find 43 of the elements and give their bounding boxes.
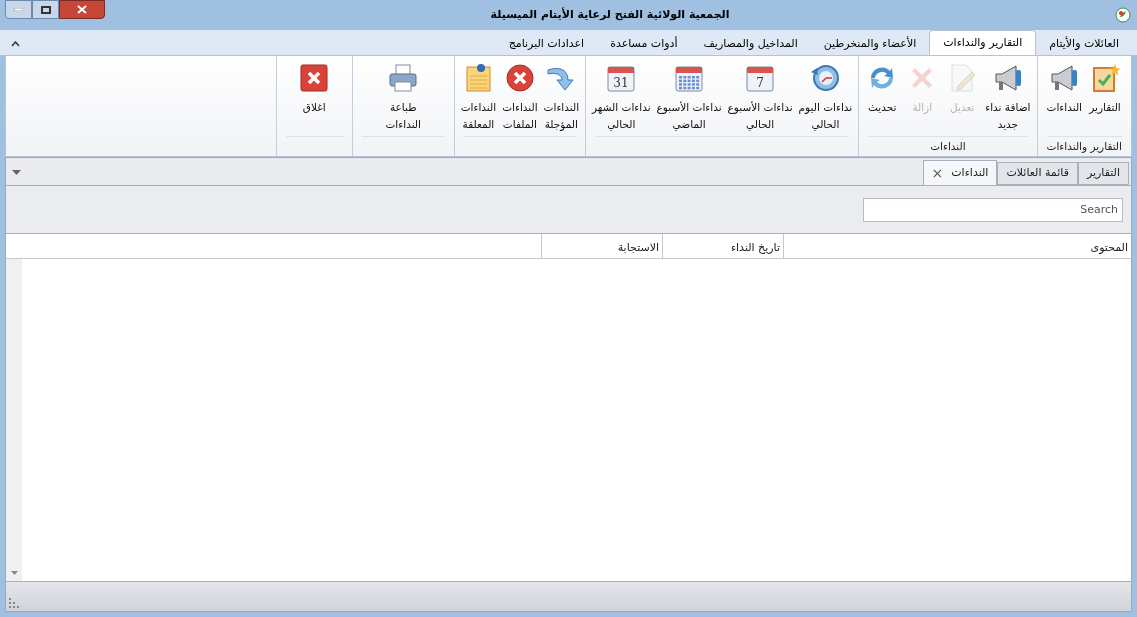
cancel-circle-icon [503,62,536,94]
ribbon-tab[interactable]: أدوات مساعدة [597,33,691,55]
ribbon-button[interactable]: التقارير [1085,62,1125,136]
close-icon [298,62,331,94]
maximize-icon [40,5,51,14]
ribbon-group-title: النداءات [930,138,966,154]
search-field[interactable]: Search [863,197,1123,222]
ribbon-tab[interactable]: اعدادات البرنامج [495,33,598,55]
ribbon-button[interactable]: النداءات المؤجلة [540,62,583,136]
column-header[interactable]: تاريخ النداء [662,234,783,258]
ribbon-button[interactable]: تحديث [862,62,903,136]
ribbon-button[interactable]: النداءات الملفات [499,62,541,136]
window-title: الجمعية الولائية الفتح لرعاية الأيتام الميسيلة [490,6,730,23]
ribbon-tab[interactable]: العائلات والأيتام [1036,33,1132,55]
ribbon-tab[interactable]: المداخيل والمصاريف [690,33,811,55]
document-tab[interactable]: التقارير [1077,162,1129,185]
ribbon-button[interactable]: طباعة النداءات [382,62,424,136]
ribbon-button[interactable]: نداءات الأسبوع الماضي [653,62,725,136]
close-button[interactable] [59,0,105,19]
scroll-down-icon[interactable] [10,571,18,575]
ribbon-button[interactable]: النداءات المعلقة [457,62,500,136]
minimize-icon [14,8,23,11]
ribbon-button[interactable]: اضافة نداء جديد [982,62,1034,136]
document-tab[interactable]: النداءات × [922,160,998,185]
close-tab-icon[interactable]: × [931,162,944,184]
document-tab[interactable]: قائمة العائلات [997,162,1078,185]
dropdown-arrow-icon[interactable] [12,170,21,175]
resize-grip-icon[interactable] [9,598,19,608]
ribbon-tab[interactable]: الأعضاء والمنخرطين [810,33,930,55]
ribbon-tab[interactable]: التقارير والنداءات [929,30,1037,55]
ribbon-button[interactable]: اغلاق [294,62,335,136]
clock-arrow-icon [809,62,842,94]
column-header[interactable]: الاستجابة [541,234,662,258]
printer-icon [387,62,420,94]
ribbon-group-title: التقارير والنداءات [1046,138,1122,155]
column-header[interactable]: المحتوى [783,234,1131,258]
app-logo-icon [1115,7,1131,23]
ribbon-button[interactable]: نداءات اليوم الحالي [795,62,856,136]
ribbon-button[interactable]: النداءات [1043,62,1085,136]
close-icon [77,5,87,14]
collapse-ribbon-icon [11,41,20,47]
scrollbar[interactable] [6,259,22,581]
maximize-button[interactable] [32,0,59,19]
